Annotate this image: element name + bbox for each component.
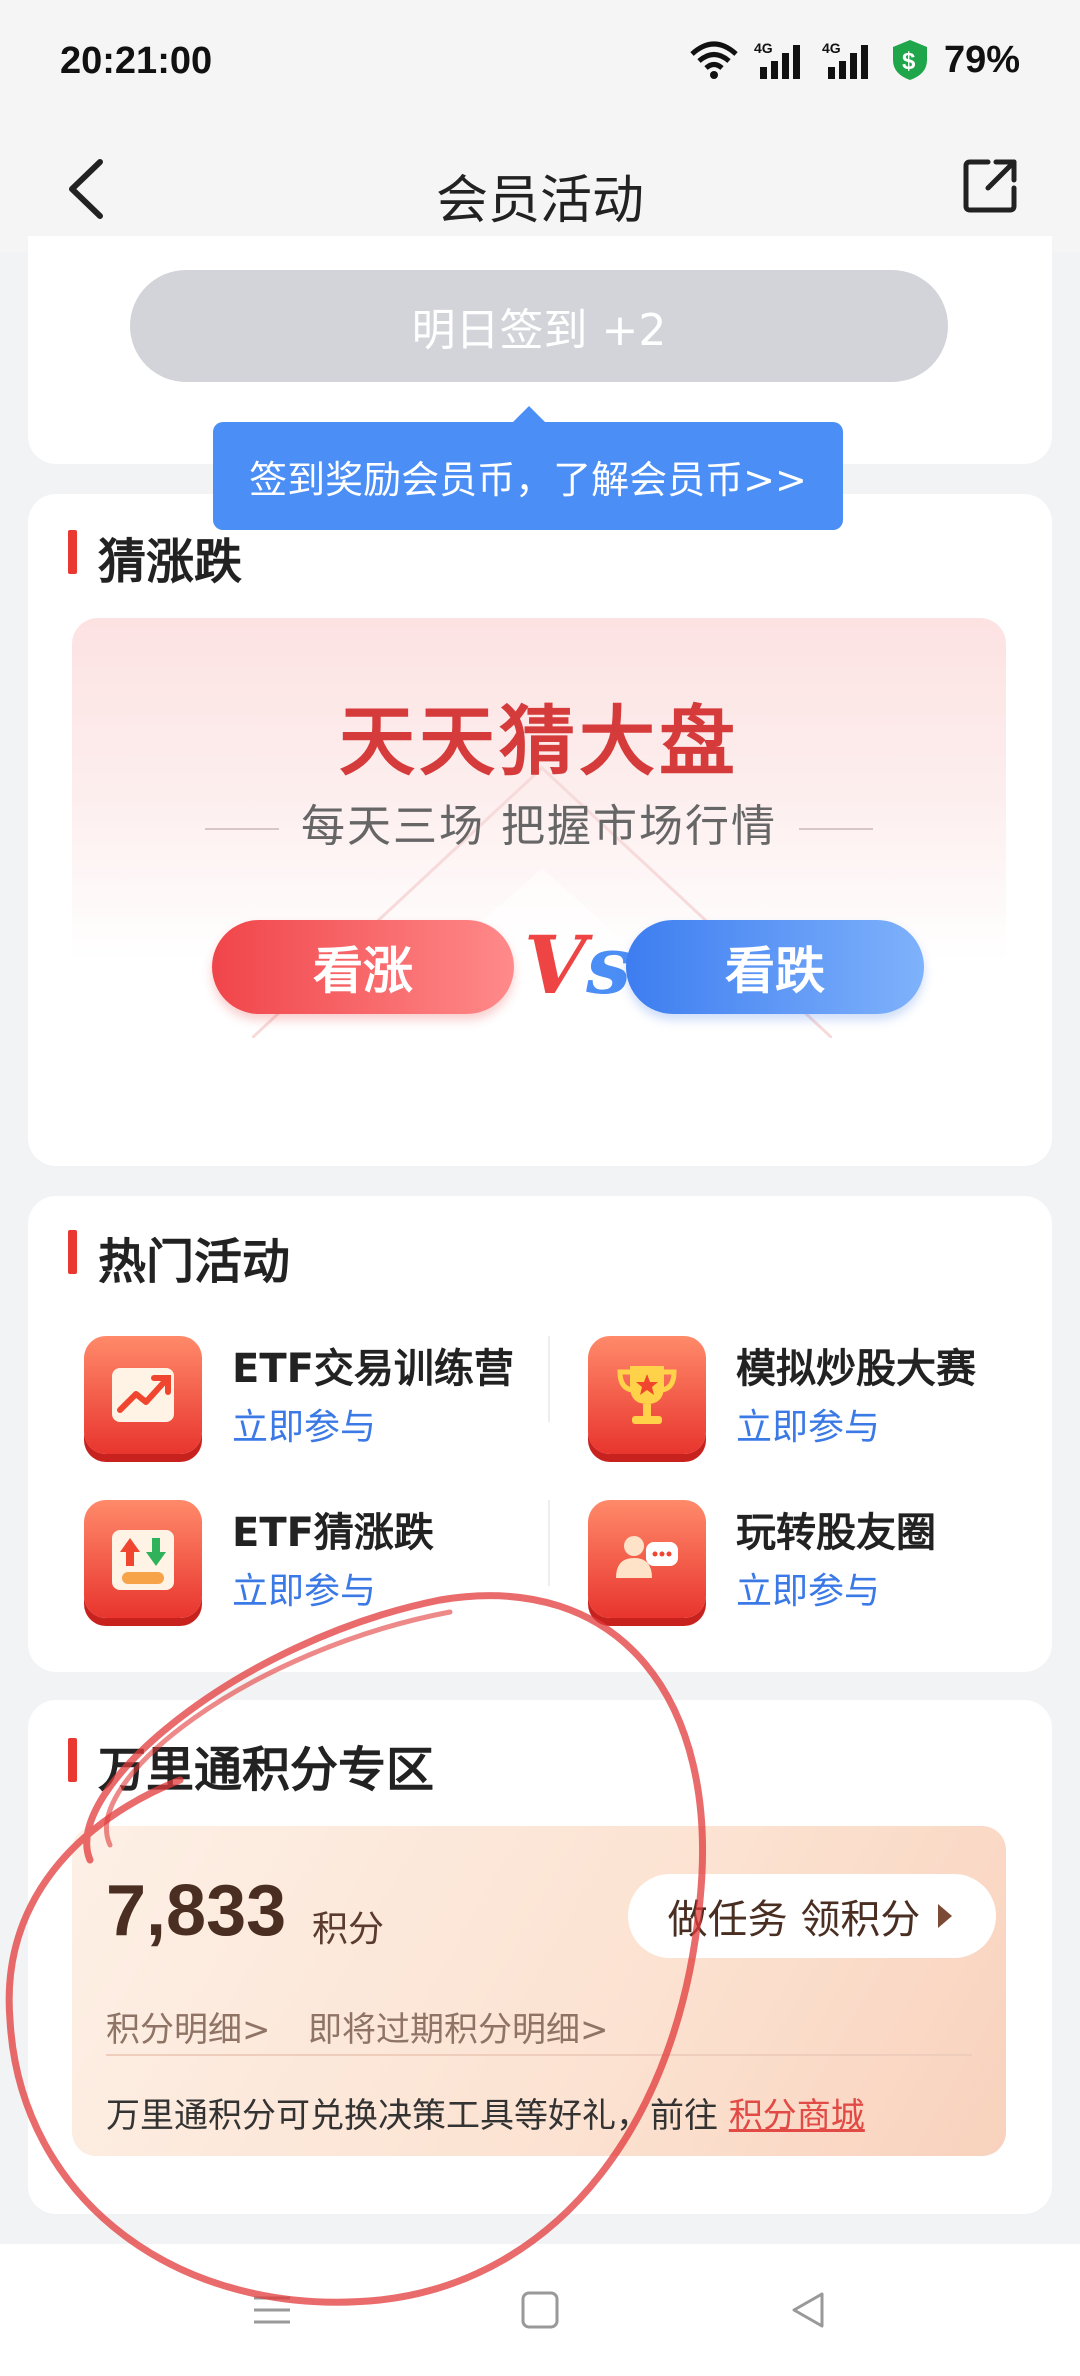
activity-divider	[548, 1336, 550, 1422]
bet-down-label: 看跌	[725, 942, 825, 1000]
guess-banner-subtitle-row: 每天三场 把握市场行情	[72, 790, 1006, 854]
points-detail-link[interactable]: 积分明细>	[106, 2002, 271, 2051]
activity-name: ETF猜涨跌	[232, 1510, 434, 1556]
up-down-arrows-icon	[84, 1500, 202, 1618]
vs-badge-s: s	[586, 918, 632, 1012]
guess-banner-title: 天天猜大盘	[339, 697, 739, 786]
do-tasks-label: 做任务 领积分	[667, 1897, 921, 1943]
subtitle-line-left	[205, 828, 279, 830]
expiring-points-link[interactable]: 即将过期积分明细>	[308, 2002, 609, 2051]
hot-section-title: 热门活动	[68, 1222, 290, 1292]
activity-name: 模拟炒股大赛	[736, 1346, 976, 1392]
bet-up-button[interactable]: 看涨	[212, 920, 514, 1014]
trend-chart-icon	[84, 1336, 202, 1454]
status-bar: 20:21:00 4G 4G $ 79%	[0, 0, 1080, 130]
signin-button[interactable]: 明日签到 +2	[130, 270, 948, 382]
signal-icon-2: 4G	[822, 40, 868, 79]
nav-bar: 会员活动	[0, 130, 1080, 252]
guess-card: 猜涨跌 天天猜大盘 每天三场 把握市场行情 看涨 Vs 看跌	[28, 494, 1052, 1166]
points-card: 万里通积分专区 7,833 积分 做任务 领积分 积分明细> 即将过期积分明细>…	[28, 1700, 1052, 2214]
activity-name: ETF交易训练营	[232, 1346, 514, 1392]
join-link[interactable]: 立即参与	[736, 1398, 880, 1450]
do-tasks-button[interactable]: 做任务 领积分	[628, 1874, 996, 1958]
join-link[interactable]: 立即参与	[232, 1398, 376, 1450]
shield-dollar-icon: $	[892, 40, 927, 80]
chevron-right-icon	[938, 1904, 953, 1928]
guess-banner[interactable]: 天天猜大盘 每天三场 把握市场行情 看涨 Vs 看跌	[72, 618, 1006, 1058]
points-note-text: 万里通积分可兑换决策工具等好礼，前往	[106, 2096, 729, 2136]
vs-badge-v: V	[524, 918, 587, 1012]
activity-etf-guess[interactable]: ETF猜涨跌 立即参与	[84, 1492, 524, 1632]
subtitle-line-right	[799, 828, 873, 830]
guess-section-title: 猜涨跌	[68, 522, 242, 592]
points-note: 万里通积分可兑换决策工具等好礼，前往 积分商城	[106, 2088, 865, 2137]
activity-name: 玩转股友圈	[736, 1510, 936, 1556]
status-icons: 4G 4G $ 79%	[688, 38, 1020, 82]
points-divider	[106, 2054, 972, 2056]
points-unit: 积分	[312, 1909, 385, 1950]
share-icon[interactable]	[960, 156, 1020, 216]
signin-tooltip[interactable]: 签到奖励会员币，了解会员币>>	[213, 406, 843, 530]
svg-text:4G: 4G	[822, 40, 841, 56]
hot-activities-card: 热门活动 ETF交易训练营 立即参与 模拟炒股大赛 立即参与 ETF猜涨跌 立即…	[28, 1196, 1052, 1672]
bet-down-button[interactable]: 看跌	[626, 920, 924, 1014]
vs-badge: Vs	[524, 918, 631, 1018]
guess-banner-subtitle: 每天三场 把握市场行情	[301, 801, 777, 852]
activity-stock-circle[interactable]: 玩转股友圈 立即参与	[588, 1492, 1028, 1632]
menu-icon[interactable]	[252, 2290, 292, 2330]
svg-text:$: $	[902, 48, 916, 75]
bet-up-label: 看涨	[313, 942, 413, 1000]
activity-divider	[548, 1500, 550, 1586]
battery-level: 79%	[943, 38, 1020, 81]
chat-users-icon	[588, 1500, 706, 1618]
home-square-icon[interactable]	[520, 2290, 560, 2330]
trophy-icon	[588, 1336, 706, 1454]
svg-text:4G: 4G	[754, 40, 773, 56]
points-panel: 7,833 积分 做任务 领积分 积分明细> 即将过期积分明细> 万里通积分可兑…	[72, 1826, 1006, 2156]
points-section-title: 万里通积分专区	[68, 1730, 434, 1800]
activity-stock-contest[interactable]: 模拟炒股大赛 立即参与	[588, 1328, 1028, 1468]
signal-icon-1: 4G	[754, 40, 800, 79]
back-triangle-icon[interactable]	[788, 2290, 828, 2330]
system-nav-bar	[0, 2244, 1080, 2376]
status-time: 20:21:00	[60, 40, 213, 82]
join-link[interactable]: 立即参与	[232, 1562, 376, 1614]
join-link[interactable]: 立即参与	[736, 1562, 880, 1614]
wifi-icon	[690, 41, 738, 79]
points-mall-link[interactable]: 积分商城	[729, 2096, 865, 2136]
page-title: 会员活动	[435, 171, 644, 231]
points-value: 7,833	[106, 1871, 287, 1951]
activity-etf-training[interactable]: ETF交易训练营 立即参与	[84, 1328, 524, 1468]
